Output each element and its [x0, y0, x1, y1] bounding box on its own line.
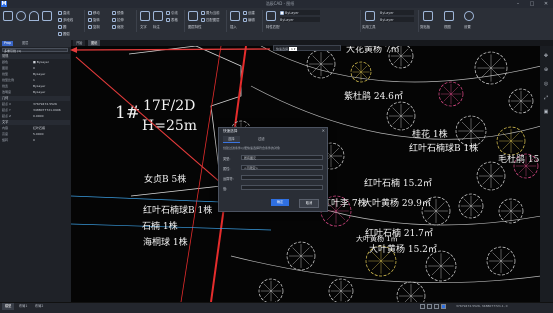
- tab-model[interactable]: 模型: [2, 303, 15, 310]
- quick-select-dialog: 快速选择 ✕ 选择 过滤 创建过滤条件以便快速选择符合条件的对象 类型: 所有图…: [218, 127, 328, 212]
- close-icon[interactable]: ✕: [322, 128, 325, 133]
- cancel-button[interactable]: 取消: [299, 199, 319, 208]
- tab-select[interactable]: 选择: [223, 136, 240, 143]
- dialog-description: 创建过滤条件以便快速选择符合条件的对象: [223, 146, 281, 150]
- property-label: 属性:: [223, 167, 231, 171]
- tab-layout2[interactable]: 布局2: [32, 303, 46, 310]
- value-input[interactable]: [241, 185, 323, 190]
- ok-button[interactable]: 确定: [271, 199, 289, 206]
- operator-select[interactable]: [241, 175, 323, 180]
- tab-layout1[interactable]: 布局1: [16, 303, 30, 310]
- type-label: 类型:: [223, 157, 231, 161]
- value-label: 值:: [223, 187, 228, 191]
- tab-filter[interactable]: 过滤: [253, 136, 270, 142]
- coordinate-readout: 37679472.5526, 3488077721.1, 0: [456, 304, 508, 308]
- annotation-arrow: [71, 48, 271, 51]
- polar-icon[interactable]: [441, 304, 446, 309]
- snap-icon[interactable]: [427, 304, 432, 309]
- property-select[interactable]: <不限定>: [241, 165, 323, 170]
- ortho-icon[interactable]: [434, 304, 439, 309]
- annotation-arrow: [75, 56, 237, 197]
- dialog-title: 快速选择: [223, 129, 238, 133]
- arrowhead-icon: [70, 47, 77, 53]
- operator-label: 运算符:: [223, 177, 234, 181]
- grid-icon[interactable]: [420, 304, 425, 309]
- type-select[interactable]: 所有图元: [241, 155, 323, 160]
